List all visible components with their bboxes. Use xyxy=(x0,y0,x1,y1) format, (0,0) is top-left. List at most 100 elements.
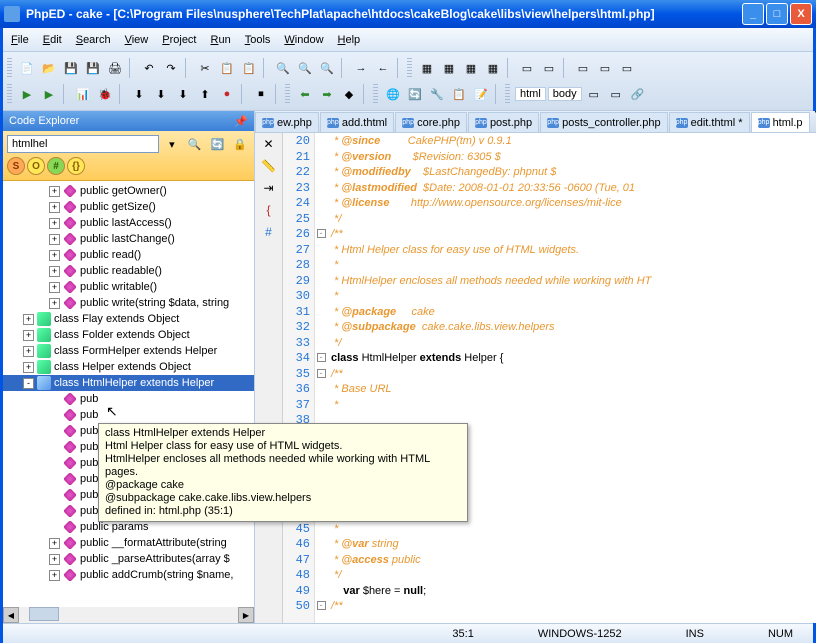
window-icon[interactable]: ▭ xyxy=(574,59,592,77)
explorer-tree[interactable]: +public getOwner()+public getSize()+publ… xyxy=(3,181,254,607)
outdent-icon[interactable]: ← xyxy=(374,59,392,77)
tool-icon[interactable]: 🔧 xyxy=(428,85,446,103)
back-icon[interactable]: ⬅ xyxy=(296,85,314,103)
close-button[interactable]: X xyxy=(790,3,812,25)
find-icon[interactable]: 🔍 xyxy=(274,59,292,77)
tree-item[interactable]: +public lastChange() xyxy=(3,231,254,247)
mark-icon[interactable]: ◆ xyxy=(340,85,358,103)
layout3-icon[interactable]: ▦ xyxy=(462,59,480,77)
expand-icon[interactable]: - xyxy=(23,378,34,389)
browser-icon[interactable]: 🌐 xyxy=(384,85,402,103)
menu-run[interactable]: Run xyxy=(211,34,231,46)
search-dropdown-icon[interactable]: ▾ xyxy=(163,135,181,153)
layout2-icon[interactable]: ▦ xyxy=(440,59,458,77)
tree-item[interactable]: +public lastAccess() xyxy=(3,215,254,231)
filter-s-button[interactable]: S xyxy=(7,157,25,175)
layout-icon[interactable]: ▦ xyxy=(418,59,436,77)
sync-icon[interactable]: 🔄 xyxy=(209,135,227,153)
expand-icon[interactable]: + xyxy=(49,202,60,213)
find-files-icon[interactable]: 🔍 xyxy=(296,59,314,77)
gutter-ruler-icon[interactable]: 📏 xyxy=(261,159,277,175)
explorer-hscroll[interactable]: ◀ ▶ xyxy=(3,607,254,623)
close-tab-icon[interactable]: ✕ xyxy=(261,137,277,153)
step-icon[interactable]: ⬇ xyxy=(130,85,148,103)
step2-icon[interactable]: ⬇ xyxy=(152,85,170,103)
menu-window[interactable]: Window xyxy=(284,34,323,46)
new-file-icon[interactable]: 📄 xyxy=(18,59,36,77)
step4-icon[interactable]: ⬆ xyxy=(196,85,214,103)
gutter-hash-icon[interactable]: # xyxy=(261,225,277,241)
menu-search[interactable]: Search xyxy=(76,34,111,46)
scroll-right-icon[interactable]: ▶ xyxy=(238,607,254,623)
expand-icon[interactable]: + xyxy=(49,298,60,309)
breadcrumb-body[interactable]: body xyxy=(548,87,582,101)
filter-brace-button[interactable]: {} xyxy=(67,157,85,175)
expand-icon[interactable]: + xyxy=(49,266,60,277)
menu-view[interactable]: View xyxy=(125,34,149,46)
expand-icon[interactable]: + xyxy=(49,218,60,229)
tree-item[interactable]: pub xyxy=(3,391,254,407)
tree-item[interactable]: +public writable() xyxy=(3,279,254,295)
tree-item[interactable]: +class FormHelper extends Helper xyxy=(3,343,254,359)
filter-hash-button[interactable]: # xyxy=(47,157,65,175)
indent-icon[interactable]: → xyxy=(352,59,370,77)
maximize-button[interactable]: □ xyxy=(766,3,788,25)
cut-icon[interactable]: ✂ xyxy=(196,59,214,77)
editor-tab[interactable]: phpposts_controller.php xyxy=(540,112,667,132)
save-icon[interactable]: 💾 xyxy=(62,59,80,77)
redo-icon[interactable]: ↷ xyxy=(162,59,180,77)
print-icon[interactable]: 🖨 xyxy=(106,59,124,77)
link-icon[interactable]: 🔗 xyxy=(629,85,647,103)
menu-edit[interactable]: Edit xyxy=(43,34,62,46)
chart-icon[interactable]: 📊 xyxy=(74,85,92,103)
paste-icon[interactable]: 📋 xyxy=(240,59,258,77)
lock-icon[interactable]: 🔒 xyxy=(231,135,249,153)
binoculars-icon[interactable]: 🔍 xyxy=(186,135,204,153)
expand-icon[interactable]: + xyxy=(23,362,34,373)
expand-icon[interactable]: + xyxy=(49,538,60,549)
editor-tab[interactable]: phpcore.php xyxy=(395,112,467,132)
editor-tab[interactable]: phphtml.p xyxy=(751,112,810,132)
tree-item[interactable]: +public readable() xyxy=(3,263,254,279)
tree-item[interactable]: +public __formatAttribute(string xyxy=(3,535,254,551)
expand-icon[interactable]: + xyxy=(49,554,60,565)
save-all-icon[interactable]: 💾 xyxy=(84,59,102,77)
expand-icon[interactable]: + xyxy=(49,234,60,245)
tree-item[interactable]: +public _parseAttributes(array $ xyxy=(3,551,254,567)
run-icon[interactable]: ▶ xyxy=(18,85,36,103)
explorer-search-input[interactable] xyxy=(7,135,159,153)
expand-icon[interactable]: + xyxy=(49,250,60,261)
undo-icon[interactable]: ↶ xyxy=(140,59,158,77)
expand-icon[interactable]: + xyxy=(23,330,34,341)
panel2-icon[interactable]: ▭ xyxy=(540,59,558,77)
pin-icon[interactable]: 📌 xyxy=(234,115,248,128)
gutter-brace-icon[interactable]: { xyxy=(261,203,277,219)
minimize-button[interactable]: _ xyxy=(742,3,764,25)
menu-project[interactable]: Project xyxy=(162,34,196,46)
editor-tab[interactable]: phppost.php xyxy=(468,112,539,132)
tree-item[interactable]: +public getSize() xyxy=(3,199,254,215)
fold-column[interactable]: - -- - xyxy=(315,133,327,623)
tree-item[interactable]: +public getOwner() xyxy=(3,183,254,199)
expand-icon[interactable]: + xyxy=(49,282,60,293)
tool3-icon[interactable]: 📝 xyxy=(472,85,490,103)
fwd-icon[interactable]: ➡ xyxy=(318,85,336,103)
menu-help[interactable]: Help xyxy=(338,34,361,46)
gutter-indent-icon[interactable]: ⇥ xyxy=(261,181,277,197)
editor-tab[interactable]: phpew.php xyxy=(255,112,319,132)
editor-tab[interactable]: phpadd.thtml xyxy=(320,112,394,132)
replace-icon[interactable]: 🔍 xyxy=(318,59,336,77)
copy-icon[interactable]: 📋 xyxy=(218,59,236,77)
tree-item[interactable]: +public write(string $data, string xyxy=(3,295,254,311)
scroll-left-icon[interactable]: ◀ xyxy=(3,607,19,623)
open-icon[interactable]: 📂 xyxy=(40,59,58,77)
expand-icon[interactable]: + xyxy=(23,346,34,357)
expand-icon[interactable]: + xyxy=(49,186,60,197)
breakpoint-icon[interactable]: ● xyxy=(218,85,236,103)
debug-icon[interactable]: 🐞 xyxy=(96,85,114,103)
editor-tab[interactable]: phpedit.thtml * xyxy=(669,112,750,132)
bc-icon[interactable]: ▭ xyxy=(585,85,603,103)
tree-item[interactable]: +class Helper extends Object xyxy=(3,359,254,375)
tree-item[interactable]: pub xyxy=(3,407,254,423)
window2-icon[interactable]: ▭ xyxy=(596,59,614,77)
